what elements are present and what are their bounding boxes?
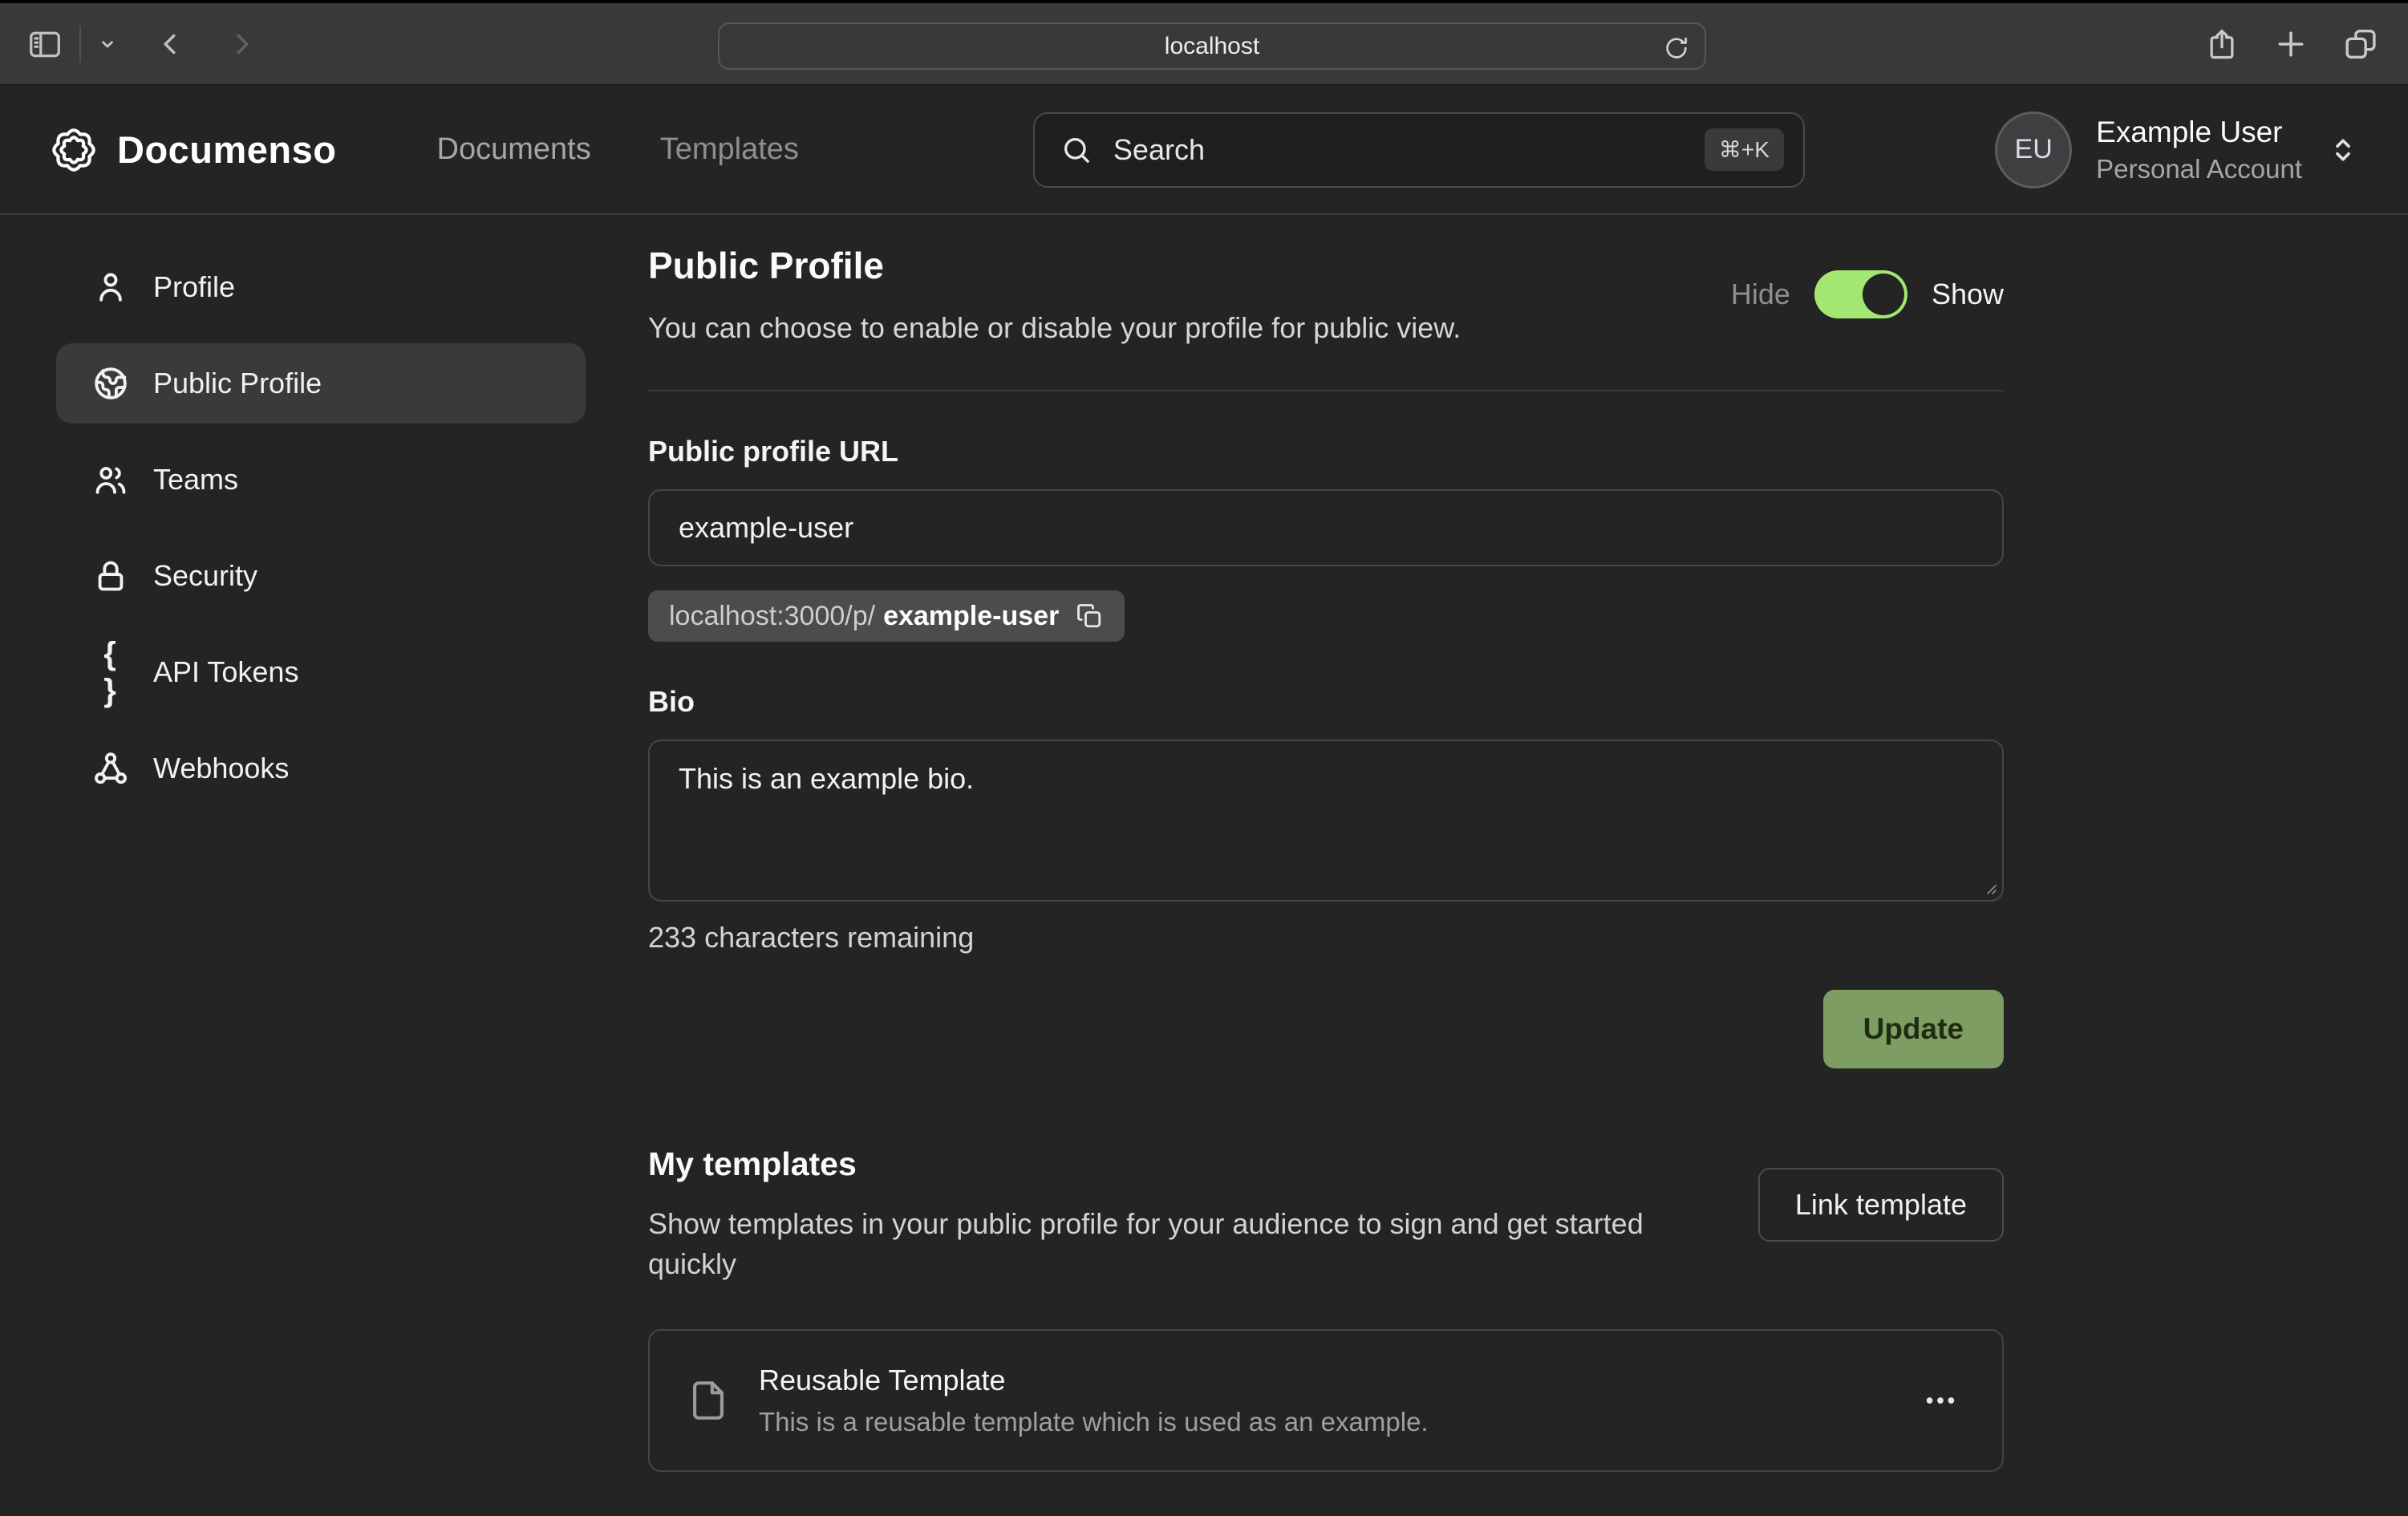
users-icon (92, 461, 129, 498)
sidebar-item-label: Teams (153, 463, 238, 497)
profile-visibility-toggle[interactable] (1814, 270, 1907, 318)
template-menu-ellipsis-icon[interactable] (1914, 1374, 1967, 1427)
brand[interactable]: Documenso (48, 124, 337, 176)
globe-icon (92, 365, 129, 402)
user-icon (92, 269, 129, 306)
sidebar-item-label: Security (153, 559, 257, 593)
tabs-overview-icon[interactable] (2342, 26, 2379, 63)
public-profile-settings: Public Profile You can choose to enable … (648, 244, 2004, 1472)
divider (79, 26, 81, 63)
documenso-logo-icon (48, 124, 99, 176)
new-tab-icon[interactable] (2273, 26, 2309, 62)
browser-chrome: localhost (0, 0, 2408, 86)
lock-icon (92, 557, 129, 594)
browser-url-text: localhost (1165, 33, 1259, 60)
my-templates-description: Show templates in your public profile fo… (648, 1204, 1691, 1284)
page-title: Public Profile (648, 244, 1461, 287)
update-button[interactable]: Update (1823, 990, 2004, 1068)
toggle-knob (1863, 274, 1904, 315)
settings-sidebar: Profile Public Profile Teams (0, 215, 586, 1472)
link-template-button[interactable]: Link template (1758, 1168, 2004, 1242)
bio-textarea[interactable]: This is an example bio. (648, 740, 2004, 902)
webhook-icon (92, 750, 129, 787)
account-type: Personal Account (2096, 154, 2302, 184)
browser-right-controls (2204, 3, 2379, 84)
my-templates-title: My templates (648, 1145, 1691, 1183)
toggle-show-label: Show (1932, 278, 2004, 311)
account-name: Example User (2096, 116, 2302, 149)
search-shortcut-badge: ⌘+K (1705, 128, 1784, 171)
template-list-item: Reusable Template This is a reusable tem… (648, 1329, 2004, 1472)
template-description: This is a reusable template which is use… (759, 1407, 1429, 1437)
search-icon (1060, 134, 1093, 166)
characters-remaining: 233 characters remaining (648, 921, 2004, 955)
profile-url-slug: example-user (883, 601, 1059, 632)
sidebar-item-label: Public Profile (153, 367, 322, 400)
sidebar-item-security[interactable]: Security (56, 536, 586, 616)
brand-name: Documenso (117, 128, 337, 172)
sidebar-item-label: Profile (153, 270, 235, 304)
nav-templates[interactable]: Templates (660, 132, 799, 167)
nav-documents[interactable]: Documents (437, 132, 591, 167)
chevron-down-icon[interactable] (97, 34, 118, 55)
sidebar-item-profile[interactable]: Profile (56, 247, 586, 327)
url-field-label: Public profile URL (648, 435, 2004, 468)
profile-url-prefix: localhost:3000/p/ (669, 601, 875, 632)
page-description: You can choose to enable or disable your… (648, 311, 1461, 345)
public-profile-url-input[interactable] (648, 489, 2004, 566)
forward-icon[interactable] (227, 30, 256, 59)
sidebar-item-webhooks[interactable]: Webhooks (56, 728, 586, 809)
main-nav: Documents Templates (437, 132, 799, 167)
divider (648, 390, 2004, 391)
account-menu[interactable]: EU Example User Personal Account (1995, 111, 2360, 188)
sidebar-item-api-tokens[interactable]: { } API Tokens (56, 632, 586, 712)
search-placeholder: Search (1113, 133, 1205, 167)
chevrons-up-down-icon (2326, 133, 2360, 167)
share-icon[interactable] (2204, 26, 2240, 62)
file-icon (685, 1377, 732, 1424)
browser-url-bar[interactable]: localhost (718, 22, 1706, 70)
profile-visibility-toggle-row: Hide Show (1731, 270, 2004, 318)
browser-left-controls (0, 26, 256, 63)
avatar: EU (1995, 111, 2072, 188)
back-icon[interactable] (156, 30, 185, 59)
profile-url-preview[interactable]: localhost:3000/p/ example-user (648, 590, 1125, 642)
sidebar-item-label: Webhooks (153, 752, 289, 785)
resize-handle-icon[interactable] (1980, 878, 1999, 897)
bio-field-label: Bio (648, 685, 2004, 719)
reload-icon[interactable] (1663, 34, 1690, 62)
sidebar-toggle-icon[interactable] (26, 26, 63, 63)
app-header: Documenso Documents Templates Search ⌘+K… (0, 86, 2408, 215)
template-name: Reusable Template (759, 1364, 1429, 1397)
copy-icon[interactable] (1075, 602, 1104, 630)
toggle-hide-label: Hide (1731, 278, 1790, 311)
search-input[interactable]: Search ⌘+K (1033, 112, 1805, 188)
braces-icon: { } (92, 635, 129, 709)
sidebar-item-public-profile[interactable]: Public Profile (56, 343, 586, 424)
sidebar-item-label: API Tokens (153, 655, 298, 689)
sidebar-item-teams[interactable]: Teams (56, 440, 586, 520)
